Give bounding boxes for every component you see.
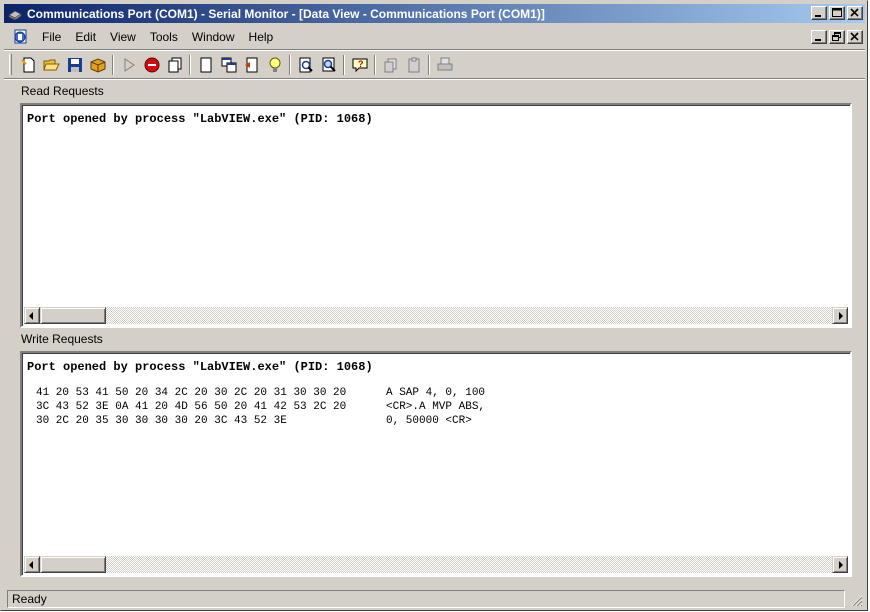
open-button[interactable] (40, 54, 63, 76)
child-close-button[interactable] (847, 30, 863, 44)
help-balloon-icon: ? (352, 58, 367, 72)
package-icon (90, 57, 105, 73)
scroll-right-button[interactable] (832, 307, 848, 324)
windows-icon (221, 57, 236, 72)
read-requests-text: Port opened by process "LabVIEW.exe" (PI… (27, 112, 373, 126)
maximize-icon (832, 8, 842, 17)
scroll-left-button[interactable] (24, 307, 40, 324)
toolbar-separator (289, 54, 291, 75)
write-requests-text: Port opened by process "LabVIEW.exe" (PI… (27, 360, 373, 374)
ascii-text: 0, 50000 <CR> (386, 415, 472, 427)
toolbar-divider (4, 78, 865, 80)
stop-icon (144, 57, 159, 72)
stop-button[interactable] (140, 54, 163, 76)
write-requests-label: Write Requests (21, 332, 103, 346)
close-button[interactable] (847, 6, 863, 20)
hex-bytes: 3C 43 52 3E 0A 41 20 4D 56 50 20 41 42 5… (36, 401, 347, 413)
arrow-right-icon (839, 311, 843, 320)
save-button[interactable] (63, 54, 86, 76)
read-requests-pane[interactable]: Port opened by process "LabVIEW.exe" (PI… (20, 103, 852, 328)
document-button[interactable] (194, 54, 217, 76)
data-view-icon[interactable] (12, 28, 30, 46)
menu-tools[interactable]: Tools (144, 26, 186, 48)
menu-help[interactable]: Help (243, 26, 282, 48)
minimize-icon (815, 15, 821, 17)
package-button[interactable] (86, 54, 109, 76)
write-requests-pane[interactable]: Port opened by process "LabVIEW.exe" (PI… (20, 351, 852, 577)
hex-bytes: 41 20 53 41 50 20 34 2C 20 30 2C 20 31 3… (36, 387, 347, 399)
toolbar: ? (4, 51, 865, 78)
toolbar-separator (343, 54, 345, 75)
toolbar-separator (374, 54, 376, 75)
open-folder-icon (42, 59, 60, 70)
title-bar[interactable]: Communications Port (COM1) - Serial Moni… (4, 4, 865, 23)
maximize-button[interactable] (829, 6, 845, 20)
hint-button[interactable] (263, 54, 286, 76)
main-window: Communications Port (COM1) - Serial Moni… (0, 0, 868, 611)
zoom-selection-icon (322, 57, 336, 72)
menu-view[interactable]: View (104, 26, 144, 48)
new-document-icon (20, 57, 34, 72)
play-icon (124, 57, 135, 72)
menu-edit[interactable]: Edit (69, 26, 104, 48)
windows-button[interactable] (217, 54, 240, 76)
scroll-left-button[interactable] (24, 556, 40, 573)
toolbar-separator (428, 54, 430, 75)
zoom-page-button[interactable] (294, 54, 317, 76)
hex-row: 41 20 53 41 50 20 34 2C 20 30 2C 20 31 3… (36, 386, 485, 400)
menu-file[interactable]: File (36, 26, 69, 48)
svg-text:?: ? (358, 59, 364, 69)
arrow-left-icon (29, 311, 33, 320)
menu-bar: File Edit View Tools Window Help (4, 26, 865, 48)
minimize-icon (815, 39, 821, 41)
restore-icon (832, 32, 841, 41)
minimize-button[interactable] (811, 6, 827, 20)
save-icon (67, 57, 82, 72)
paste-button[interactable] (402, 54, 425, 76)
toolbar-separator (112, 54, 114, 75)
hex-row: 3C 43 52 3E 0A 41 20 4D 56 50 20 41 42 5… (36, 400, 485, 414)
child-restore-button[interactable] (829, 30, 845, 44)
child-minimize-button[interactable] (811, 30, 827, 44)
serial-port-icon (8, 10, 22, 21)
arrow-left-icon (29, 560, 33, 569)
copy-button[interactable] (379, 54, 402, 76)
scroll-thumb[interactable] (40, 556, 106, 573)
status-text: Ready (7, 590, 845, 608)
disabled-copy-icon (384, 58, 396, 72)
ascii-text: <CR>.A MVP ABS, (386, 401, 486, 413)
disabled-print-icon (437, 57, 452, 70)
split-icon (244, 57, 257, 72)
read-horizontal-scrollbar[interactable] (24, 307, 848, 324)
ascii-text: A SAP 4, 0, 100 (386, 387, 486, 399)
scroll-thumb[interactable] (40, 307, 106, 324)
start-button[interactable] (117, 54, 140, 76)
toolbar-separator (189, 54, 191, 75)
read-requests-label: Read Requests (21, 84, 104, 98)
hex-row: 30 2C 20 35 30 30 30 30 20 3C 43 52 3E 0,… (36, 414, 485, 428)
menu-window[interactable]: Window (186, 26, 243, 48)
toolbar-grip[interactable] (9, 54, 12, 75)
print-button[interactable] (433, 54, 456, 76)
close-icon (850, 32, 859, 41)
lightbulb-icon (269, 57, 280, 72)
split-button[interactable] (240, 54, 263, 76)
arrow-right-icon (839, 560, 843, 569)
new-button[interactable] (17, 54, 40, 76)
zoom-selection-button[interactable] (317, 54, 340, 76)
disabled-paste-icon (408, 57, 419, 72)
zoom-page-icon (299, 57, 313, 72)
close-icon (850, 8, 859, 17)
hex-dump: 41 20 53 41 50 20 34 2C 20 30 2C 20 31 3… (36, 386, 485, 428)
resize-grip-icon[interactable] (851, 595, 863, 607)
scroll-right-button[interactable] (832, 556, 848, 573)
copy-pages-icon (168, 57, 181, 72)
document-icon (200, 57, 211, 72)
status-bar: Ready (4, 589, 865, 609)
write-horizontal-scrollbar[interactable] (24, 556, 848, 573)
window-title: Communications Port (COM1) - Serial Moni… (27, 6, 545, 21)
copy-pages-button[interactable] (163, 54, 186, 76)
help-button[interactable]: ? (348, 54, 371, 76)
hex-bytes: 30 2C 20 35 30 30 30 30 20 3C 43 52 3E (36, 415, 287, 427)
